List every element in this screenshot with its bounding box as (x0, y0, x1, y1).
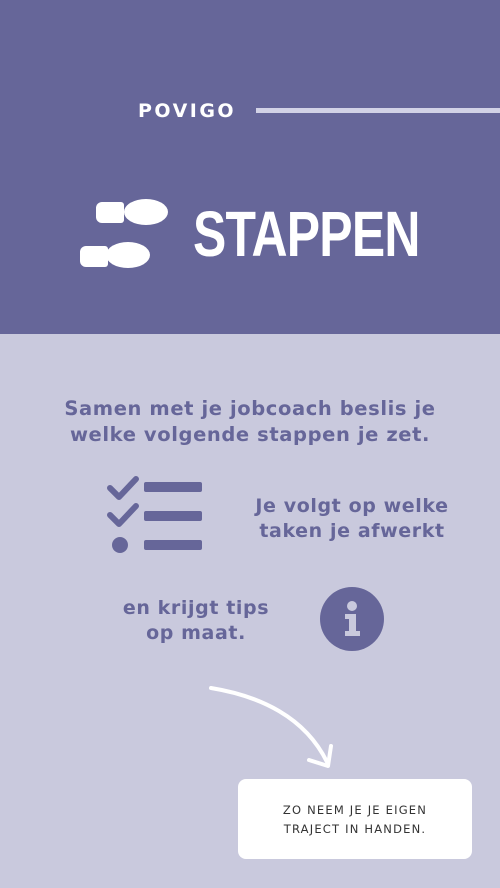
curved-arrow-icon (209, 686, 333, 768)
follow-up-line-1: Je volgt op welke (255, 495, 449, 517)
info-icon (320, 587, 384, 651)
follow-up-line-2: taken je afwerkt (259, 520, 445, 542)
checklist-icon (107, 476, 202, 553)
tips-line-1: en krijgt tips (122, 597, 270, 619)
tips-text: en krijgt tips op maat. (100, 596, 292, 646)
callout-card: ZO NEEM JE JE EIGEN TRAJECT IN HANDEN. (238, 779, 472, 859)
callout-text: ZO NEEM JE JE EIGEN TRAJECT IN HANDEN. (238, 801, 472, 839)
intro-line-2: welke volgende stappen je zet. (69, 423, 431, 446)
brand-name: POVIGO (138, 100, 237, 122)
callout-line-2: TRAJECT IN HANDEN. (283, 822, 427, 836)
tips-line-2: op maat. (146, 622, 246, 644)
intro-text: Samen met je jobcoach beslis je welke vo… (20, 396, 480, 448)
brand-divider-line (256, 108, 500, 113)
intro-line-1: Samen met je jobcoach beslis je (64, 397, 436, 420)
footsteps-icon (80, 199, 168, 268)
page-title: STAPPEN (193, 198, 420, 270)
callout-line-1: ZO NEEM JE JE EIGEN (282, 803, 428, 817)
header-banner: POVIGO STAPPEN (0, 0, 500, 334)
follow-up-text: Je volgt op welke taken je afwerkt (232, 494, 472, 544)
